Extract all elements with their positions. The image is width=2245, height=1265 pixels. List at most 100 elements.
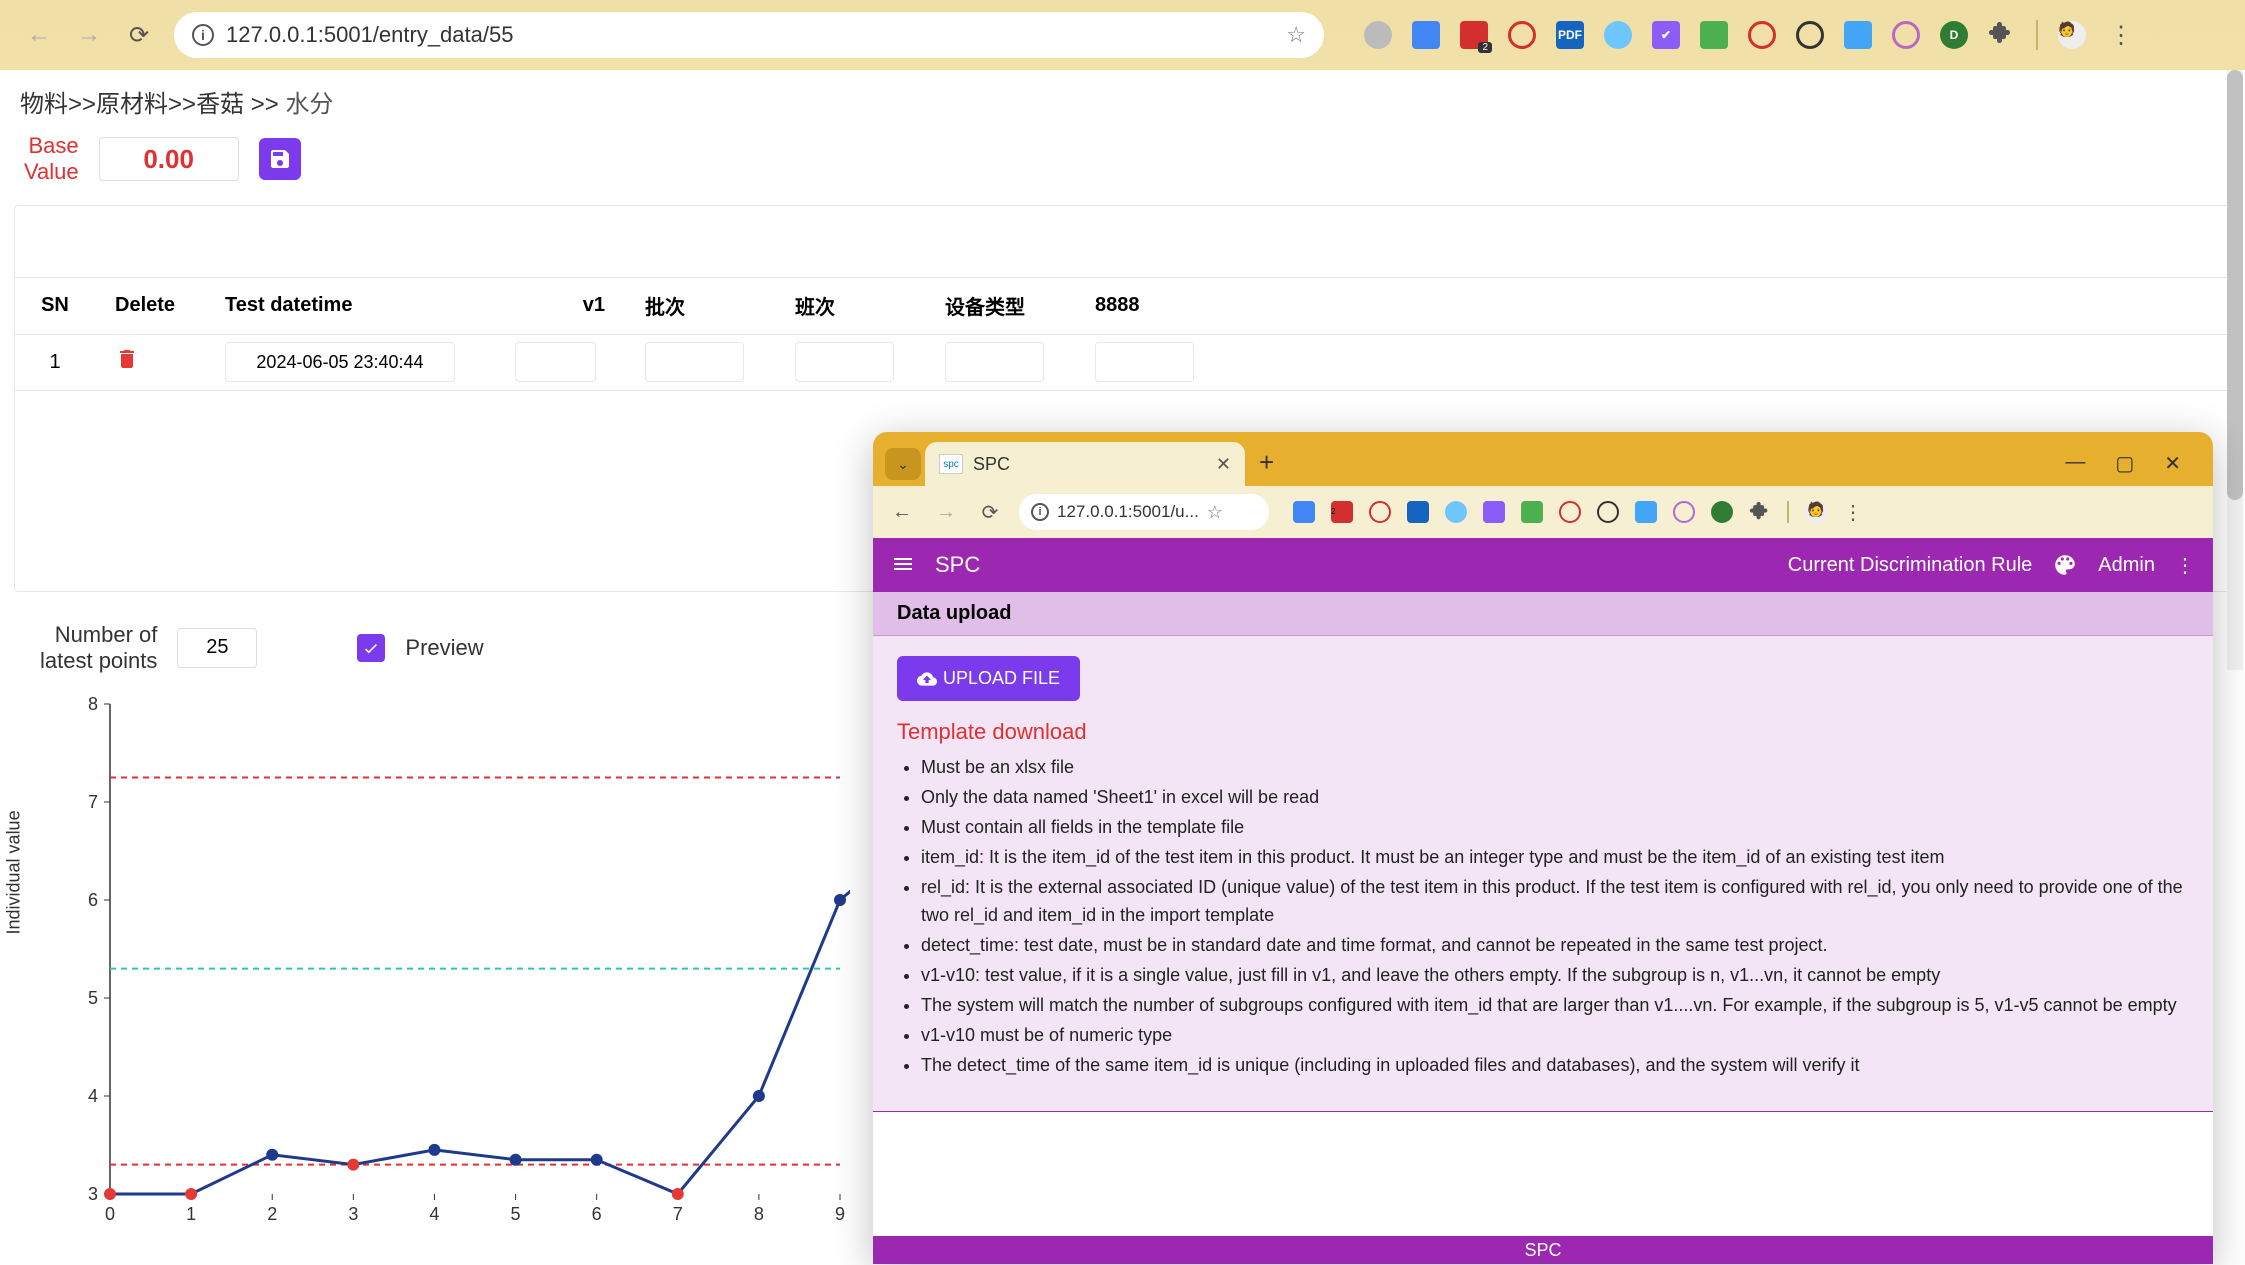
upload-file-button[interactable]: UPLOAD FILE: [897, 656, 1080, 701]
bookmark-star-icon[interactable]: ☆: [1286, 22, 1306, 48]
ext-blue-icon[interactable]: [1445, 501, 1467, 523]
reload-icon[interactable]: ⟳: [124, 20, 154, 50]
ext-block-icon[interactable]: [1796, 21, 1824, 49]
ext-sq-icon[interactable]: [1635, 501, 1657, 523]
svg-text:8: 8: [88, 694, 98, 714]
app-title: SPC: [935, 552, 980, 578]
translate-icon[interactable]: [1412, 21, 1440, 49]
ext-ring-icon[interactable]: [1559, 501, 1581, 523]
reload-icon[interactable]: ⟳: [975, 497, 1005, 527]
user-menu-icon[interactable]: ⋮: [2175, 553, 2195, 578]
main-browser-toolbar: ← → ⟳ i 127.0.0.1:5001/entry_data/55 ☆ 2…: [0, 0, 2245, 70]
save-button[interactable]: [259, 138, 301, 180]
browser-menu-icon[interactable]: ⋮: [2106, 20, 2136, 50]
extensions-menu-icon[interactable]: [1988, 21, 2016, 49]
check-icon: [362, 639, 380, 657]
tab-close-icon[interactable]: ✕: [1216, 454, 1231, 475]
breadcrumb-seg[interactable]: 物料: [20, 91, 68, 118]
svg-text:3: 3: [348, 1204, 358, 1224]
datetime-input[interactable]: [225, 342, 455, 382]
discrimination-rule-link[interactable]: Current Discrimination Rule: [1788, 554, 2033, 577]
ext-green-icon[interactable]: [1521, 501, 1543, 523]
app-footer: SPC: [873, 1236, 2213, 1264]
profile-avatar-icon[interactable]: 🧑: [2058, 21, 2086, 49]
main-url: 127.0.0.1:5001/entry_data/55: [226, 22, 1274, 48]
ext-sq-icon[interactable]: [1844, 21, 1872, 49]
translate-icon[interactable]: [1293, 501, 1315, 523]
bookmark-star-icon[interactable]: ☆: [1207, 502, 1223, 523]
ext-ring-icon[interactable]: [1748, 21, 1776, 49]
cell-delete: [95, 334, 205, 390]
template-download-link[interactable]: Template download: [897, 719, 2189, 745]
ext-d-icon[interactable]: D: [1940, 21, 1968, 49]
y-axis-label: Individual value: [4, 810, 25, 934]
ext-check-icon[interactable]: [1483, 501, 1505, 523]
browser-tab[interactable]: spc SPC ✕: [925, 442, 1245, 486]
forward-icon[interactable]: →: [74, 20, 104, 50]
svg-text:0: 0: [105, 1204, 115, 1224]
close-icon[interactable]: ✕: [2164, 451, 2181, 476]
base-value-input[interactable]: [99, 137, 239, 181]
ext-red-icon[interactable]: 2: [1460, 21, 1488, 49]
c8888-input[interactable]: [1095, 342, 1194, 382]
palette-icon[interactable]: [2052, 552, 2078, 578]
browser-menu-icon[interactable]: ⋮: [1843, 500, 1863, 525]
forward-icon[interactable]: →: [931, 497, 961, 527]
adblock-icon[interactable]: [1369, 501, 1391, 523]
points-input[interactable]: [177, 628, 257, 668]
new-tab-button[interactable]: +: [1259, 447, 1274, 478]
note-item: Must be an xlsx file: [921, 753, 2189, 781]
sec-browser-toolbar: ← → ⟳ i 127.0.0.1:5001/u... ☆ 2 🧑 ⋮: [873, 486, 2213, 538]
info-icon[interactable]: i: [1031, 503, 1049, 521]
extension-icons: 2 PDF ✔ D 🧑 ⋮: [1364, 20, 2136, 50]
main-address-bar[interactable]: i 127.0.0.1:5001/entry_data/55 ☆: [174, 12, 1324, 58]
table-header-row: SN Delete Test datetime v1 批次 班次 设备类型 88…: [15, 278, 2230, 334]
breadcrumb-seg[interactable]: 原材料: [96, 91, 168, 118]
delete-icon[interactable]: [115, 347, 139, 371]
preview-label: Preview: [405, 635, 483, 661]
ext-check-icon[interactable]: ✔: [1652, 21, 1680, 49]
v1-input[interactable]: [515, 342, 596, 382]
upload-section: Data upload UPLOAD FILE Template downloa…: [873, 592, 2213, 1112]
batch-input[interactable]: [645, 342, 744, 382]
device-input[interactable]: [945, 342, 1044, 382]
base-value-label: Base Value: [24, 133, 79, 185]
svg-text:8: 8: [754, 1204, 764, 1224]
ext-red-icon[interactable]: 2: [1331, 501, 1353, 523]
app-header: SPC Current Discrimination Rule Admin ⋮: [873, 538, 2213, 592]
sec-address-bar[interactable]: i 127.0.0.1:5001/u... ☆: [1019, 494, 1269, 530]
back-icon[interactable]: ←: [24, 20, 54, 50]
menu-icon[interactable]: [891, 552, 915, 579]
back-icon[interactable]: ←: [887, 497, 917, 527]
info-icon[interactable]: i: [192, 24, 214, 46]
col-8888: 8888: [1075, 278, 1225, 334]
breadcrumb-seg[interactable]: 香菇: [196, 91, 244, 118]
user-name[interactable]: Admin: [2098, 554, 2155, 577]
minimize-icon[interactable]: —: [2065, 451, 2085, 476]
ext-purp-icon[interactable]: [1673, 501, 1695, 523]
scrollbar-thumb[interactable]: [2227, 70, 2243, 500]
profile-avatar-icon[interactable]: 🧑: [1805, 501, 1827, 523]
ext-block-icon[interactable]: [1597, 501, 1619, 523]
save-icon: [268, 147, 292, 171]
tab-search-icon[interactable]: ⌄: [885, 448, 921, 480]
pdf-icon[interactable]: [1407, 501, 1429, 523]
maximize-icon[interactable]: ▢: [2115, 451, 2134, 476]
pdf-icon[interactable]: PDF: [1556, 21, 1584, 49]
svg-text:1: 1: [186, 1204, 196, 1224]
table-row: 1: [15, 334, 2230, 390]
svg-text:5: 5: [511, 1204, 521, 1224]
ext-purp-icon[interactable]: [1892, 21, 1920, 49]
extensions-menu-icon[interactable]: [1749, 501, 1771, 523]
ext-green-icon[interactable]: [1700, 21, 1728, 49]
shift-input[interactable]: [795, 342, 894, 382]
ext-icon[interactable]: [1364, 21, 1392, 49]
note-item: The system will match the number of subg…: [921, 991, 2189, 1019]
ext-blue-icon[interactable]: [1604, 21, 1632, 49]
note-item: The detect_time of the same item_id is u…: [921, 1051, 2189, 1079]
section-title: Data upload: [873, 592, 2213, 636]
preview-checkbox[interactable]: [357, 634, 385, 662]
adblock-icon[interactable]: [1508, 21, 1536, 49]
window-controls: — ▢ ✕: [2065, 451, 2181, 476]
ext-d-icon[interactable]: [1711, 501, 1733, 523]
